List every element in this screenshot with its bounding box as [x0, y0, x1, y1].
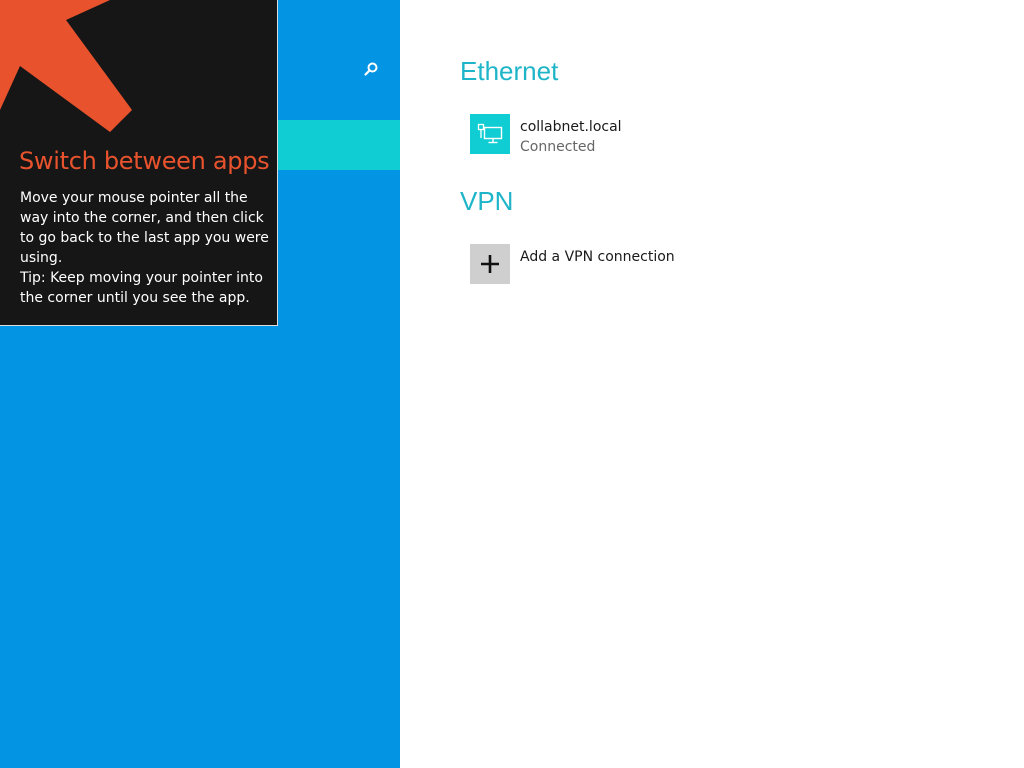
- tip-overlay: Switch between apps Move your mouse poin…: [0, 0, 278, 326]
- add-vpn-connection-button[interactable]: Add a VPN connection: [470, 244, 675, 284]
- vpn-section-title: VPN: [460, 186, 514, 216]
- selected-category-tile[interactable]: [270, 120, 400, 170]
- plus-icon: [470, 244, 510, 284]
- tip-title: Switch between apps: [19, 147, 270, 175]
- connection-status: Connected: [520, 139, 596, 155]
- add-vpn-label: Add a VPN connection: [520, 249, 675, 265]
- tip-hint-text: Tip: Keep moving your pointer into the c…: [20, 270, 263, 306]
- search-icon: [363, 61, 379, 81]
- arrow-up-left-icon: [0, 0, 140, 144]
- ethernet-connection-text: collabnet.local Connected: [520, 117, 622, 157]
- tip-instruction-text: Move your mouse pointer all the way into…: [20, 190, 269, 266]
- screen: Switch between apps Move your mouse poin…: [0, 0, 1024, 768]
- ethernet-network-icon: [470, 114, 510, 154]
- add-vpn-text: Add a VPN connection: [520, 247, 675, 267]
- tip-body: Move your mouse pointer all the way into…: [20, 188, 270, 308]
- search-button[interactable]: [358, 58, 384, 84]
- ethernet-connection-item[interactable]: collabnet.local Connected: [470, 114, 622, 157]
- ethernet-section-title: Ethernet: [460, 56, 559, 86]
- network-name: collabnet.local: [520, 119, 622, 135]
